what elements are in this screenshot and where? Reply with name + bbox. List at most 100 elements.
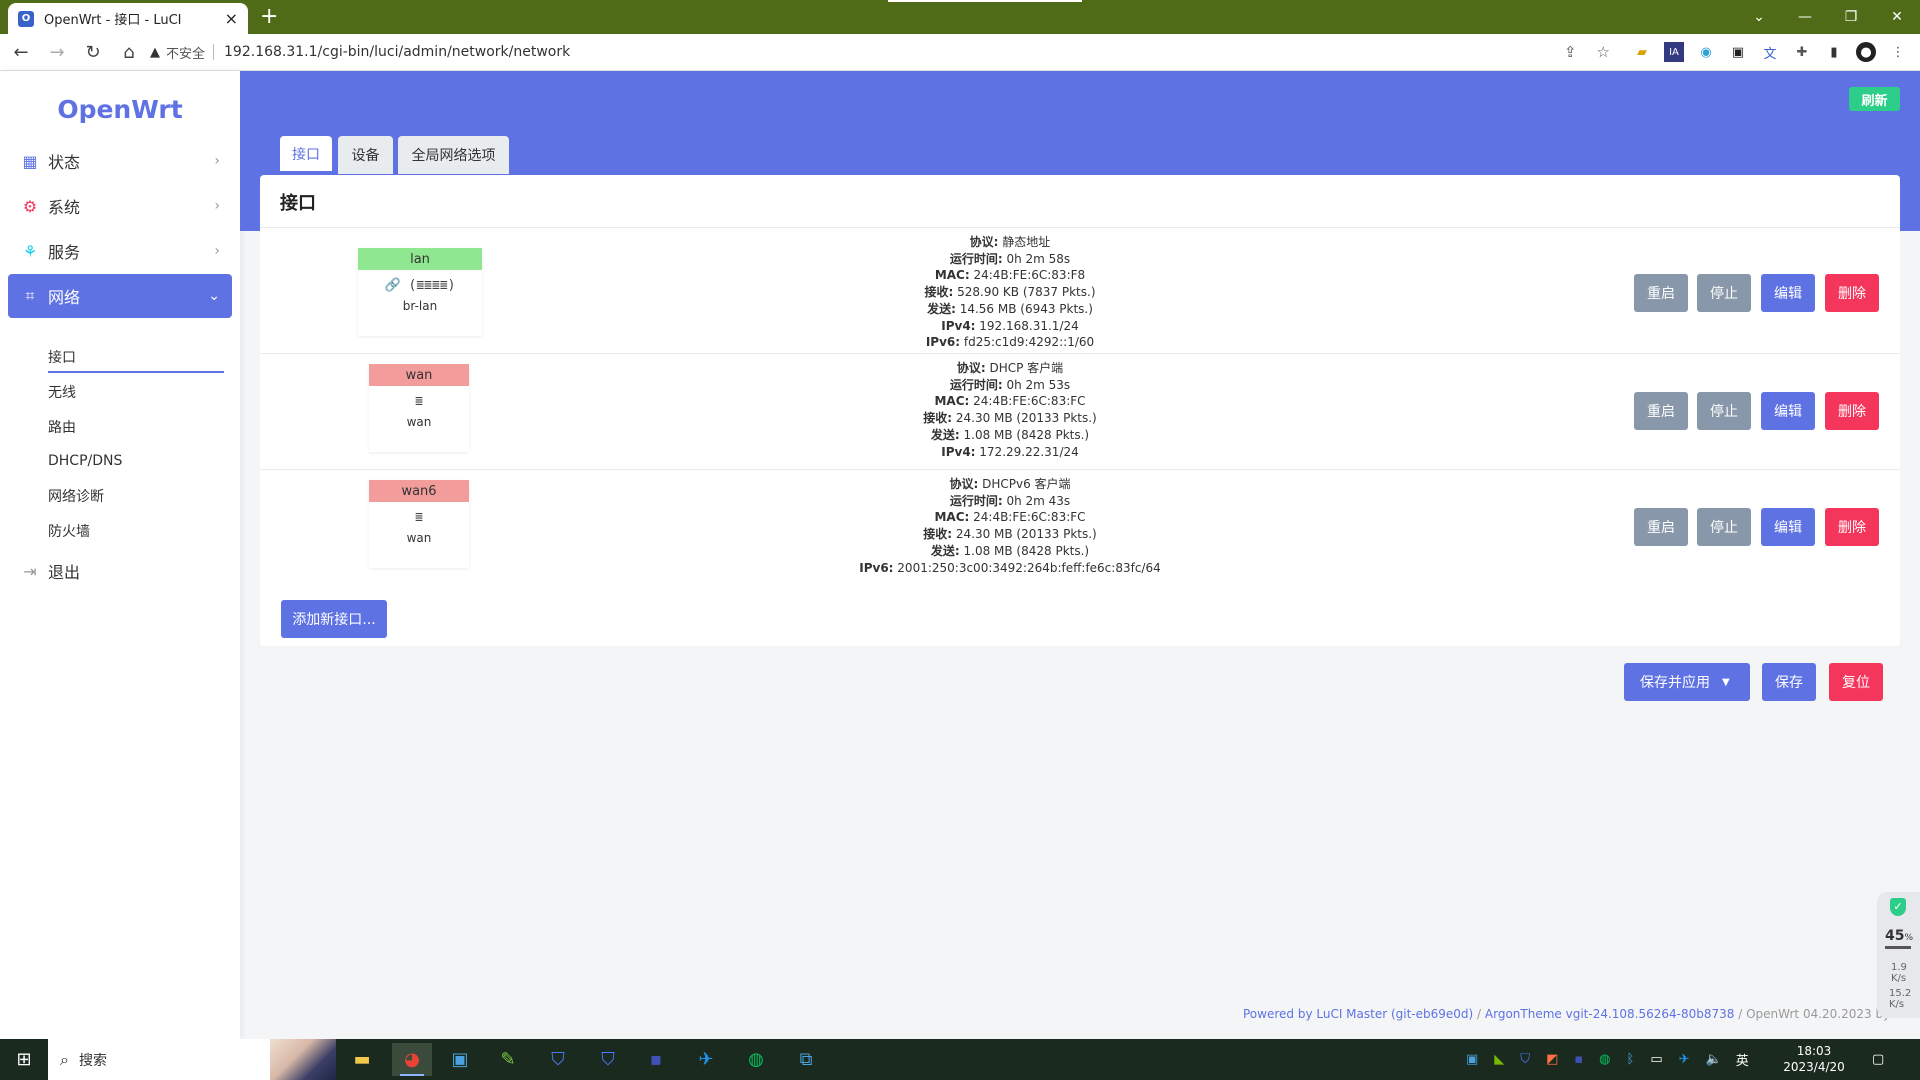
reset-button[interactable]: 复位 xyxy=(1829,663,1883,701)
tray-app-icon[interactable]: ▣ xyxy=(1466,1052,1478,1067)
info-line: 接收: 528.90 KB (7837 Pkts.) xyxy=(924,285,1096,300)
info-line: 协议: DHCPv6 客户端 xyxy=(949,477,1071,491)
taskbar-clock[interactable]: 18:03 2023/4/20 xyxy=(1778,1043,1850,1075)
theme-link[interactable]: ArgonTheme vgit-24.108.56264-80b8738 xyxy=(1485,1007,1735,1021)
tray-shield-icon[interactable]: ⛉ xyxy=(1520,1052,1530,1067)
refresh-button[interactable]: 刷新 xyxy=(1849,87,1900,111)
footer-separator: / xyxy=(1473,1007,1485,1021)
extension-folder-icon[interactable]: ▰ xyxy=(1632,42,1652,62)
info-line: MAC: 24:4B:FE:6C:83:FC xyxy=(934,510,1086,525)
extension-box-icon[interactable]: ▣ xyxy=(1728,42,1748,62)
add-interface-button[interactable]: 添加新接口... xyxy=(281,600,387,638)
extension-ia-icon[interactable]: IA xyxy=(1664,42,1684,62)
sidebar-item-network[interactable]: ⌗ 网络 ⌄ xyxy=(8,274,232,318)
interface-device: br-lan xyxy=(402,299,438,313)
info-line: MAC: 24:4B:FE:6C:83:FC xyxy=(934,394,1086,409)
restore-icon[interactable]: ❐ xyxy=(1828,0,1874,34)
services-icon: ⚘ xyxy=(22,241,38,261)
bridge-ethernet-icon: 🔗 (≣≣≣≣) xyxy=(384,278,456,293)
tab-close-icon[interactable]: × xyxy=(225,9,238,28)
delete-button[interactable]: 删除 xyxy=(1825,508,1879,546)
tab-search-icon[interactable]: ⌄ xyxy=(1736,0,1782,34)
luci-link[interactable]: Powered by LuCI Master (git-eb69e0d) xyxy=(1243,1007,1473,1021)
tab-global-options[interactable]: 全局网络选项 xyxy=(398,136,509,174)
edit-button[interactable]: 编辑 xyxy=(1761,392,1815,430)
restart-button[interactable]: 重启 xyxy=(1634,274,1688,312)
submenu-item-wireless[interactable]: 无线 xyxy=(48,377,224,407)
sidebar-item-services[interactable]: ⚘ 服务 › xyxy=(8,229,232,273)
sidebar-item-logout[interactable]: ⇥ 退出 xyxy=(8,549,232,593)
tray-feishu-icon[interactable]: ✈ xyxy=(1679,1052,1690,1067)
extension-translate-icon[interactable]: 文 xyxy=(1760,42,1780,62)
tray-terminal-icon[interactable]: ▪ xyxy=(1574,1052,1583,1067)
extensions-puzzle-icon[interactable]: ✚ xyxy=(1792,42,1812,62)
remote-desktop-icon[interactable]: ▣ xyxy=(440,1043,480,1076)
share-icon[interactable]: ⇪ xyxy=(1564,43,1577,61)
feishu-icon[interactable]: ✈ xyxy=(686,1043,726,1076)
notepad-icon[interactable]: ✎ xyxy=(488,1043,528,1076)
table-row: lan 🔗 (≣≣≣≣) br-lan 协议: 静态地址 运行时间: 0h 2m… xyxy=(260,227,1900,353)
tab-devices[interactable]: 设备 xyxy=(338,136,393,174)
back-icon[interactable]: ← xyxy=(6,37,36,67)
url-text[interactable]: 192.168.31.1/cgi-bin/luci/admin/network/… xyxy=(224,44,1554,60)
volume-muted-icon[interactable]: 🔈 xyxy=(1706,1052,1722,1067)
edit-button[interactable]: 编辑 xyxy=(1761,508,1815,546)
tabstrip-highlight xyxy=(888,0,1082,2)
profile-avatar-icon[interactable]: ● xyxy=(1856,42,1876,62)
restart-button[interactable]: 重启 xyxy=(1634,392,1688,430)
bluetooth-icon[interactable]: ᛒ xyxy=(1627,1052,1635,1067)
bookmark-star-icon[interactable]: ☆ xyxy=(1597,43,1610,61)
tab-interfaces[interactable]: 接口 xyxy=(280,136,332,174)
sidebar-item-status[interactable]: ▦ 状态 › xyxy=(8,139,232,183)
tray-wechat-icon[interactable]: ◍ xyxy=(1599,1052,1610,1067)
terminal-app-icon[interactable]: ▪ xyxy=(636,1043,676,1076)
reload-icon[interactable]: ↻ xyxy=(78,37,108,67)
forward-icon[interactable]: → xyxy=(42,37,72,67)
restart-button[interactable]: 重启 xyxy=(1634,508,1688,546)
tray-orange-icon[interactable]: ◩ xyxy=(1546,1052,1558,1067)
delete-button[interactable]: 删除 xyxy=(1825,274,1879,312)
stop-button[interactable]: 停止 xyxy=(1697,274,1751,312)
sidebar-item-system[interactable]: ⚙ 系统 › xyxy=(8,184,232,228)
browser-tab[interactable]: O OpenWrt - 接口 - LuCI × xyxy=(8,3,248,34)
windows-start-icon[interactable]: ⊞ xyxy=(0,1039,48,1080)
interface-name: lan xyxy=(358,248,482,270)
interface-name: wan xyxy=(369,364,469,386)
save-button[interactable]: 保存 xyxy=(1762,663,1816,701)
side-panel-icon[interactable]: ▮ xyxy=(1824,42,1844,62)
delete-button[interactable]: 删除 xyxy=(1825,392,1879,430)
address-bar[interactable]: ▲ 不安全 192.168.31.1/cgi-bin/luci/admin/ne… xyxy=(140,37,1620,67)
new-tab-button[interactable]: + xyxy=(260,4,278,30)
extension-circle-icon[interactable]: ◉ xyxy=(1696,42,1716,62)
file-explorer-icon[interactable]: ▬ xyxy=(342,1043,382,1076)
network-app-icon[interactable]: ⧉ xyxy=(786,1043,826,1076)
cpu-usage-bar xyxy=(1885,946,1911,949)
vpn-shield-icon[interactable]: ⛉ xyxy=(538,1043,578,1076)
traffic-widget[interactable]: ✓ 45% 1.9 K/s 15.2 K/s xyxy=(1877,892,1920,1018)
wechat-icon[interactable]: ◍ xyxy=(736,1043,776,1076)
close-window-icon[interactable]: ✕ xyxy=(1874,0,1920,34)
nvidia-icon[interactable]: ◣ xyxy=(1494,1052,1504,1067)
notification-icon[interactable]: ▢ xyxy=(1872,1039,1884,1080)
caret-down-icon: ▼ xyxy=(1722,676,1730,688)
menu-kebab-icon[interactable]: ⋮ xyxy=(1888,42,1908,62)
vpn-shield-alt-icon[interactable]: ⛉ xyxy=(588,1043,628,1076)
info-line: 协议: 静态地址 xyxy=(969,235,1051,249)
openwrt-logo[interactable]: OpenWrt xyxy=(0,95,240,124)
edit-button[interactable]: 编辑 xyxy=(1761,274,1815,312)
submenu-item-diagnostics[interactable]: 网络诊断 xyxy=(48,481,224,511)
submenu-item-dhcp-dns[interactable]: DHCP/DNS xyxy=(48,446,224,476)
save-apply-button[interactable]: 保存并应用 ▼ xyxy=(1624,663,1750,701)
minimize-icon[interactable]: — xyxy=(1782,0,1828,34)
ime-indicator[interactable]: 英 xyxy=(1736,1050,1749,1069)
submenu-item-firewall[interactable]: 防火墙 xyxy=(48,516,224,546)
submenu-item-routes[interactable]: 路由 xyxy=(48,412,224,442)
security-label[interactable]: 不安全 xyxy=(166,43,205,62)
stop-button[interactable]: 停止 xyxy=(1697,392,1751,430)
submenu-item-interfaces[interactable]: 接口 xyxy=(48,343,224,373)
network-icon[interactable]: ▭ xyxy=(1650,1052,1662,1067)
browser-tabstrip: O OpenWrt - 接口 - LuCI × + ⌄ — ❐ ✕ xyxy=(0,0,1920,34)
taskbar-search[interactable]: ⌕ 搜索 xyxy=(48,1039,336,1080)
chrome-icon[interactable]: ◕ xyxy=(392,1043,432,1076)
stop-button[interactable]: 停止 xyxy=(1697,508,1751,546)
